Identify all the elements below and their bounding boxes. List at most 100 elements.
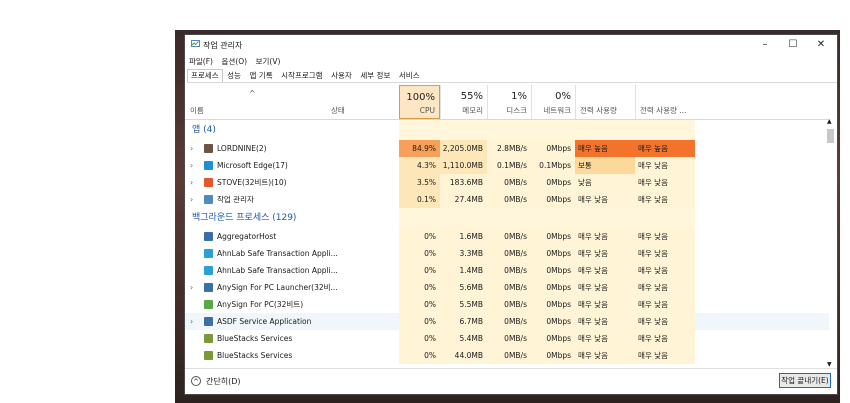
column-cpu[interactable]: 100% CPU bbox=[399, 85, 440, 119]
scroll-down-icon[interactable]: ▼ bbox=[827, 361, 832, 368]
process-row[interactable]: › STOVE(32비트)(10) 3.5% 183.6MB 0MB/s 0Mbps 낮음 매… bbox=[185, 174, 829, 191]
footer: ^ 간단히(D) 작업 끝내기(E) bbox=[185, 368, 837, 396]
tab-bar: 프로세스 성능 앱 기록 시작프로그램 사용자 세부 정보 서비스 bbox=[187, 69, 837, 83]
chevron-right-icon[interactable]: › bbox=[190, 313, 193, 330]
chevron-right-icon[interactable]: › bbox=[190, 279, 193, 296]
disk-cell: 0MB/s bbox=[487, 228, 531, 245]
disk-cell: 0MB/s bbox=[487, 191, 531, 208]
disk-cell: 0MB/s bbox=[487, 330, 531, 347]
process-row[interactable]: BlueStacks Services 0% 5.4MB 0MB/s 0Mbps 매우 낮… bbox=[185, 330, 829, 347]
network-cell: 0Mbps bbox=[531, 140, 575, 157]
menu-file[interactable]: 파일(F) bbox=[189, 57, 213, 66]
scroll-up-icon[interactable]: ▲ bbox=[827, 118, 832, 125]
power-trend-cell: 매우 낮음 bbox=[635, 174, 695, 191]
process-row[interactable]: BlueStacks Services 0% 44.0MB 0MB/s 0Mbps 매우 … bbox=[185, 347, 829, 364]
column-power[interactable]: 전력 사용량 bbox=[575, 85, 635, 119]
disk-cell: 0MB/s bbox=[487, 174, 531, 191]
heat-cell bbox=[531, 208, 575, 228]
process-name: BlueStacks Services bbox=[217, 334, 293, 343]
network-cell: 0Mbps bbox=[531, 262, 575, 279]
process-icon bbox=[204, 232, 213, 241]
network-cell: 0Mbps bbox=[531, 347, 575, 364]
cpu-cell: 0.1% bbox=[399, 191, 440, 208]
process-row[interactable]: › ASDF Service Application 0% 6.7MB 0MB/s 0Mb… bbox=[185, 313, 829, 330]
process-row[interactable]: › LORDNINE(2) 84.9% 2,205.0MB 2.8MB/s 0Mbps 매우… bbox=[185, 140, 829, 157]
menu-options[interactable]: 옵션(O) bbox=[222, 57, 248, 66]
process-row[interactable]: AhnLab Safe Transaction Appli... 0% 3.3MB 0… bbox=[185, 245, 829, 262]
tab-app-history[interactable]: 앱 기록 bbox=[246, 69, 277, 82]
tab-performance[interactable]: 성능 bbox=[223, 69, 245, 82]
disk-label: 디스크 bbox=[506, 106, 527, 115]
process-row[interactable]: › 작업 관리자 0.1% 27.4MB 0MB/s 0Mbps 매우 낮음 매우 낮음 bbox=[185, 191, 829, 208]
chevron-up-icon[interactable]: ^ bbox=[191, 376, 201, 386]
network-total: 0% bbox=[555, 91, 571, 102]
task-manager-window: 작업 관리자 – ☐ ✕ 파일(F) 옵션(O) 보기(V) 프로세스 성능 앱… bbox=[184, 34, 838, 395]
maximize-button[interactable]: ☐ bbox=[779, 37, 807, 53]
column-power-trend[interactable]: 전력 사용량 ... bbox=[635, 85, 695, 119]
cpu-cell: 0% bbox=[399, 262, 440, 279]
window-title: 작업 관리자 bbox=[203, 41, 243, 50]
power-cell: 매우 낮음 bbox=[575, 262, 635, 279]
process-name: BlueStacks Services bbox=[217, 351, 293, 360]
memory-cell: 2,205.0MB bbox=[440, 140, 487, 157]
network-cell: 0Mbps bbox=[531, 228, 575, 245]
column-disk[interactable]: 1% 디스크 bbox=[487, 85, 531, 119]
memory-cell: 27.4MB bbox=[440, 191, 487, 208]
column-name[interactable]: 이름 bbox=[190, 105, 204, 116]
network-cell: 0Mbps bbox=[531, 330, 575, 347]
memory-cell: 183.6MB bbox=[440, 174, 487, 191]
group-background: 백그라운드 프로세스 (129) bbox=[185, 208, 829, 228]
chevron-right-icon[interactable]: › bbox=[190, 157, 193, 174]
heat-cell bbox=[399, 120, 440, 140]
process-icon bbox=[204, 300, 213, 309]
disk-cell: 2.8MB/s bbox=[487, 140, 531, 157]
heat-cell bbox=[575, 208, 635, 228]
process-name: Microsoft Edge(17) bbox=[217, 161, 288, 170]
chevron-right-icon[interactable]: › bbox=[190, 191, 193, 208]
vertical-scrollbar[interactable]: ▲ ▼ bbox=[827, 118, 834, 368]
group-apps: 앱 (4) bbox=[185, 120, 829, 140]
network-cell: 0Mbps bbox=[531, 313, 575, 330]
heat-cell bbox=[635, 208, 695, 228]
process-name: 작업 관리자 bbox=[217, 195, 254, 204]
process-row[interactable]: › Microsoft Edge(17) 4.3% 1,110.0MB 0.1MB/s 0… bbox=[185, 157, 829, 174]
process-row[interactable]: AnySign For PC(32비트) 0% 5.5MB 0MB/s 0Mbps 매우 … bbox=[185, 296, 829, 313]
chevron-right-icon[interactable]: › bbox=[190, 140, 193, 157]
tab-details[interactable]: 세부 정보 bbox=[356, 69, 394, 82]
column-status[interactable]: 상태 bbox=[331, 105, 345, 116]
menu-view[interactable]: 보기(V) bbox=[256, 57, 281, 66]
memory-total: 55% bbox=[460, 91, 483, 102]
task-manager-icon bbox=[191, 40, 200, 47]
column-network[interactable]: 0% 네트워크 bbox=[531, 85, 575, 119]
tab-services[interactable]: 서비스 bbox=[395, 69, 424, 82]
memory-cell: 1,110.0MB bbox=[440, 157, 487, 174]
heat-cell bbox=[487, 208, 531, 228]
process-icon bbox=[204, 351, 213, 360]
process-row[interactable]: AhnLab Safe Transaction Appli... 0% 1.4MB 0… bbox=[185, 262, 829, 279]
process-row[interactable]: › AnySign For PC Launcher(32비... 0% 5.6MB 0M… bbox=[185, 279, 829, 296]
tab-users[interactable]: 사용자 bbox=[327, 69, 356, 82]
close-button[interactable]: ✕ bbox=[807, 37, 835, 53]
cpu-total: 100% bbox=[406, 92, 435, 103]
cpu-cell: 0% bbox=[399, 347, 440, 364]
tab-startup[interactable]: 시작프로그램 bbox=[277, 69, 326, 82]
process-icon bbox=[204, 334, 213, 343]
power-cell: 낮음 bbox=[575, 174, 635, 191]
disk-total: 1% bbox=[511, 91, 527, 102]
power-trend-cell: 매우 낮음 bbox=[635, 157, 695, 174]
process-icon bbox=[204, 266, 213, 275]
process-name: LORDNINE(2) bbox=[217, 144, 267, 153]
fewer-details-link[interactable]: 간단히(D) bbox=[206, 376, 240, 387]
process-icon bbox=[204, 161, 213, 170]
tab-processes[interactable]: 프로세스 bbox=[187, 69, 223, 82]
memory-cell: 3.3MB bbox=[440, 245, 487, 262]
power-trend-cell: 매우 낮음 bbox=[635, 191, 695, 208]
process-row[interactable]: AggregatorHost 0% 1.6MB 0MB/s 0Mbps 매우 낮음 매우 낮… bbox=[185, 228, 829, 245]
power-trend-cell: 매우 낮음 bbox=[635, 296, 695, 313]
end-task-button[interactable]: 작업 끝내기(E) bbox=[779, 373, 831, 388]
scrollbar-thumb[interactable] bbox=[827, 129, 834, 143]
power-trend-cell: 매우 낮음 bbox=[635, 228, 695, 245]
column-memory[interactable]: 55% 메모리 bbox=[440, 85, 487, 119]
chevron-right-icon[interactable]: › bbox=[190, 174, 193, 191]
minimize-button[interactable]: – bbox=[751, 37, 779, 53]
